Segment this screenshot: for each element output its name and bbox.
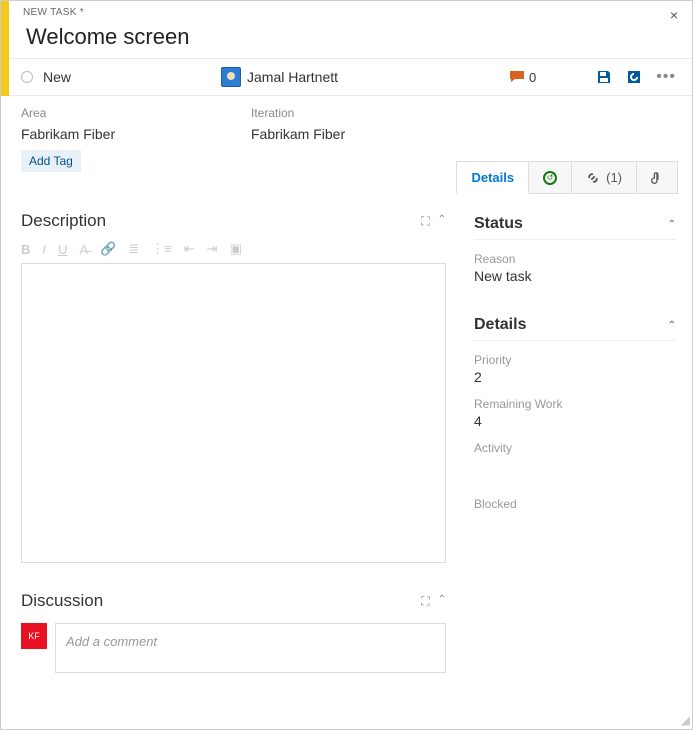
iteration-value[interactable]: Fabrikam Fiber	[251, 126, 481, 142]
discussion-heading: Discussion	[21, 591, 103, 611]
comment-input[interactable]: Add a comment	[55, 623, 446, 673]
link-icon	[586, 171, 600, 185]
state-selector[interactable]: New	[21, 69, 221, 85]
maximize-icon[interactable]: ⛶	[421, 214, 429, 229]
tab-history[interactable]: ↺	[529, 161, 572, 194]
iteration-label: Iteration	[251, 106, 481, 120]
priority-value[interactable]: 2	[474, 369, 676, 385]
close-button[interactable]: ×	[670, 7, 678, 23]
blocked-label: Blocked	[474, 497, 676, 511]
remaining-work-label: Remaining Work	[474, 397, 676, 411]
comment-placeholder: Add a comment	[66, 634, 157, 649]
activity-value[interactable]	[474, 457, 676, 473]
work-item-color-stripe	[1, 1, 9, 96]
number-list-icon[interactable]: ⋮≡	[151, 241, 172, 257]
state-label: New	[43, 69, 71, 85]
comments-indicator[interactable]: 0	[509, 69, 536, 85]
outdent-icon[interactable]: ⇤	[184, 241, 195, 257]
image-icon[interactable]: ▣	[230, 241, 242, 257]
link-tool-icon[interactable]: 🔗	[100, 241, 116, 257]
refresh-icon[interactable]	[626, 69, 642, 85]
assignee-name: Jamal Hartnett	[247, 69, 338, 85]
resize-handle[interactable]: ◢	[681, 713, 690, 727]
tab-details[interactable]: Details	[456, 161, 529, 194]
indent-icon[interactable]: ⇥	[207, 241, 218, 257]
avatar-icon	[221, 67, 241, 87]
chevron-up-icon[interactable]: ⌃	[438, 214, 446, 229]
details-heading: Details	[474, 316, 526, 334]
add-tag-button[interactable]: Add Tag	[21, 150, 81, 172]
tab-links-count: (1)	[606, 170, 622, 185]
page-title[interactable]: Welcome screen	[21, 24, 680, 50]
comments-count: 0	[529, 70, 536, 85]
chevron-up-icon[interactable]: ⌃	[668, 219, 676, 230]
description-heading: Description	[21, 211, 106, 231]
user-avatar: KF	[21, 623, 47, 649]
comment-icon	[509, 69, 525, 85]
reason-value[interactable]: New task	[474, 268, 676, 284]
chevron-up-icon[interactable]: ⌃	[438, 594, 446, 609]
editor-toolbar: B I U A̶ 🔗 ≣ ⋮≡ ⇤ ⇥ ▣	[21, 237, 446, 263]
bold-icon[interactable]: B	[21, 242, 30, 257]
maximize-icon[interactable]: ⛶	[421, 594, 429, 609]
underline-icon[interactable]: U	[58, 242, 67, 257]
remaining-work-value[interactable]: 4	[474, 413, 676, 429]
priority-label: Priority	[474, 353, 676, 367]
italic-icon[interactable]: I	[42, 242, 46, 257]
bullet-list-icon[interactable]: ≣	[128, 241, 139, 257]
attachment-icon	[651, 171, 663, 185]
breadcrumb: NEW TASK *	[21, 7, 680, 18]
tab-details-label: Details	[471, 170, 514, 185]
history-icon: ↺	[543, 171, 557, 185]
chevron-up-icon[interactable]: ⌃	[668, 320, 676, 331]
reason-label: Reason	[474, 252, 676, 266]
area-value[interactable]: Fabrikam Fiber	[21, 126, 251, 142]
state-dot-icon	[21, 71, 33, 83]
tab-attachments[interactable]	[637, 161, 678, 194]
description-editor[interactable]	[21, 263, 446, 563]
status-heading: Status	[474, 215, 523, 233]
activity-label: Activity	[474, 441, 676, 455]
area-label: Area	[21, 106, 251, 120]
more-actions-button[interactable]: •••	[656, 68, 676, 86]
clear-format-icon[interactable]: A̶	[79, 242, 88, 257]
tab-links[interactable]: (1)	[572, 161, 637, 194]
save-icon[interactable]	[596, 69, 612, 85]
assignee-selector[interactable]: Jamal Hartnett	[221, 67, 509, 87]
